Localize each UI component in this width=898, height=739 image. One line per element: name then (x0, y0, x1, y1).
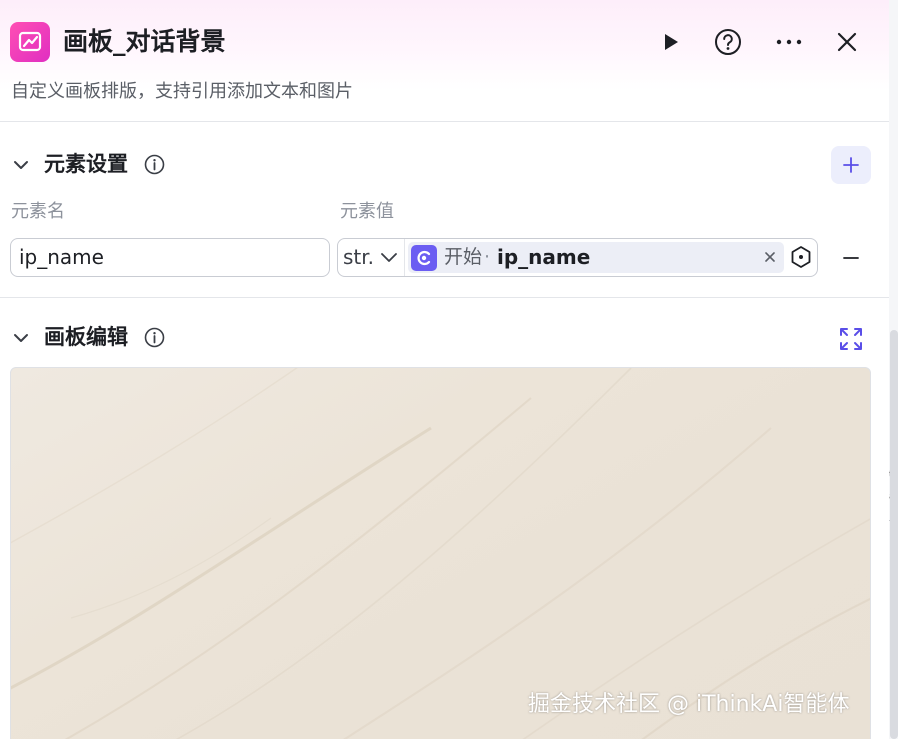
info-icon[interactable] (144, 154, 165, 179)
add-element-button[interactable] (831, 146, 871, 184)
plus-icon (843, 157, 859, 173)
start-node-icon (411, 245, 437, 271)
info-icon[interactable] (144, 327, 165, 352)
element-settings-header: 元素设置 (0, 146, 889, 182)
canvas-brush-icon (10, 22, 50, 62)
element-name-column-label: 元素名 (11, 201, 65, 222)
variable-picker-icon[interactable] (789, 245, 813, 269)
watermark: 掘金技术社区 @ iThinkAi智能体 (528, 692, 850, 717)
more-button[interactable] (773, 26, 805, 58)
help-button[interactable] (712, 26, 744, 58)
page-subtitle: 自定义画板排版，支持引用添加文本和图片 (11, 81, 353, 102)
type-select-value: str. (343, 245, 375, 269)
more-icon (776, 39, 802, 45)
chevron-down-icon (381, 253, 397, 262)
marble-texture (11, 368, 870, 739)
run-button[interactable] (654, 26, 686, 58)
canvas-edit-header: 画板编辑 (0, 319, 889, 355)
close-button[interactable] (831, 26, 863, 58)
element-settings-title: 元素设置 (44, 152, 128, 176)
clear-reference-icon[interactable] (761, 247, 779, 267)
variable-reference-tag[interactable]: 开始 · ip_name (408, 242, 784, 273)
background-canvas-strip: t2 a (889, 0, 898, 739)
section-divider (0, 297, 889, 298)
chevron-down-icon[interactable] (12, 156, 30, 178)
page-title: 画板_对话背景 (63, 27, 226, 56)
close-icon (837, 32, 857, 52)
remove-element-icon[interactable] (838, 245, 864, 271)
panel-header: 画板_对话背景 自定义画板排版，支持引用添加文本和图片 (0, 0, 889, 122)
reference-variable: ip_name (497, 245, 591, 269)
element-name-input[interactable]: ip_name (10, 238, 330, 277)
node-config-panel: 画板_对话背景 自定义画板排版，支持引用添加文本和图片 元素设置 元素名 元素值… (0, 0, 889, 739)
element-value-column-label: 元素值 (340, 201, 394, 222)
play-icon (665, 34, 678, 50)
canvas-edit-title: 画板编辑 (44, 325, 128, 349)
element-value-field[interactable]: str. 开始 · ip_name (337, 238, 818, 277)
type-select[interactable]: str. (338, 239, 405, 276)
reference-source: 开始 (444, 246, 483, 268)
canvas-editor[interactable] (10, 367, 871, 739)
chevron-down-icon[interactable] (12, 329, 30, 351)
reference-separator: · (484, 246, 491, 268)
scrollbar[interactable] (890, 330, 898, 739)
help-icon (715, 29, 741, 55)
fullscreen-icon[interactable] (838, 326, 864, 352)
